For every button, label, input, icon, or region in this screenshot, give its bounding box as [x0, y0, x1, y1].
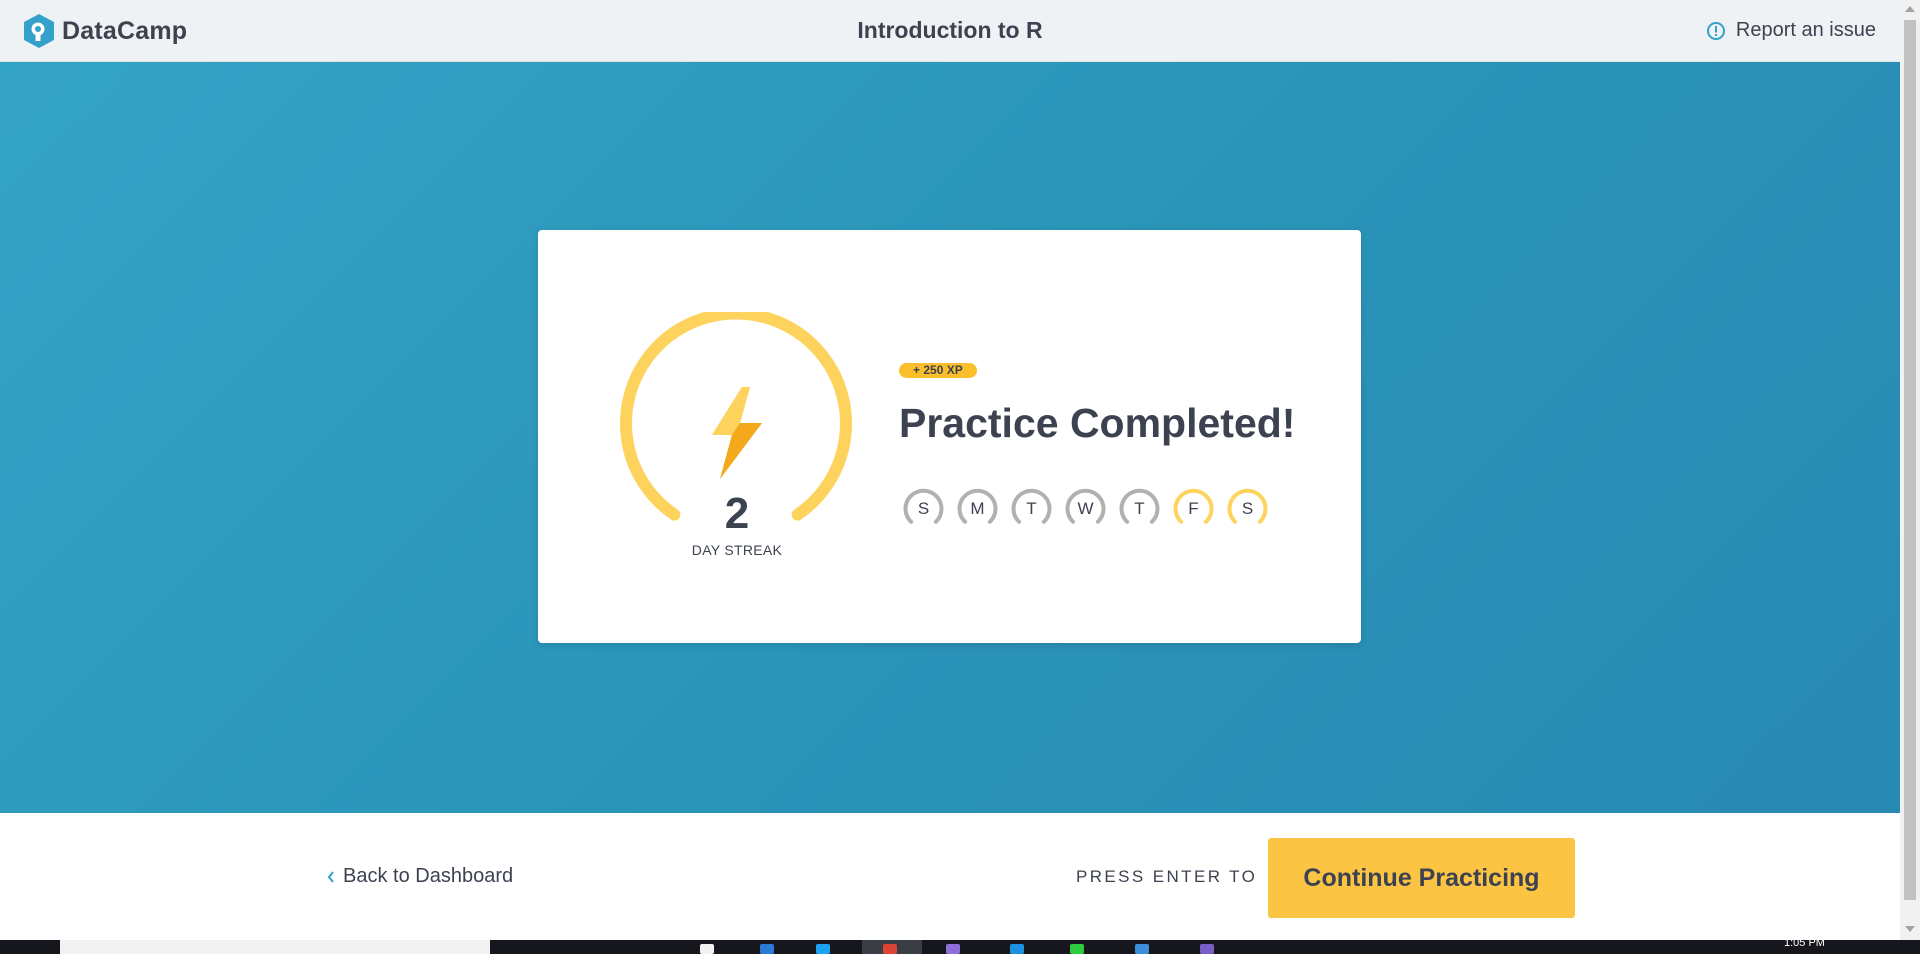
- scroll-down-arrow-icon[interactable]: [1905, 926, 1915, 932]
- streak-count: 2: [724, 489, 750, 538]
- day-saturday: S: [1225, 486, 1270, 531]
- taskbar-app-icon[interactable]: [1070, 944, 1084, 954]
- day-wednesday: W: [1063, 486, 1108, 531]
- lightning-bolt-icon: [712, 387, 762, 479]
- day-letter: W: [1077, 499, 1094, 518]
- day-letter: S: [917, 499, 930, 518]
- taskbar-clock: 1:05 PM: [1784, 940, 1825, 949]
- continue-practicing-button[interactable]: Continue Practicing: [1268, 838, 1575, 918]
- taskbar-app-icon[interactable]: [1200, 944, 1214, 954]
- back-to-dashboard-link[interactable]: Back to Dashboard: [326, 865, 513, 888]
- report-issue-label: Report an issue: [1735, 19, 1876, 41]
- completion-card: 2 DAY STREAK + 250 XP Practice Completed…: [538, 230, 1361, 643]
- top-header: DataCamp Introduction to R Report an iss…: [0, 0, 1900, 62]
- report-issue-button[interactable]: Report an issue: [1706, 19, 1876, 42]
- page-scrollbar[interactable]: [1900, 0, 1920, 940]
- day-thursday: T: [1117, 486, 1162, 531]
- taskbar-app-icon[interactable]: [1010, 944, 1024, 954]
- taskbar-app-icon[interactable]: [816, 944, 830, 954]
- taskbar-app-icon[interactable]: [760, 944, 774, 954]
- xp-badge: + 250 XP: [899, 363, 977, 378]
- week-streak-days: S M T W T F S: [901, 486, 1279, 531]
- course-title: Introduction to R: [857, 17, 1043, 43]
- completion-headline: Practice Completed!: [899, 400, 1296, 446]
- footer-bar: Back to Dashboard PRESS ENTER TO Continu…: [0, 813, 1900, 940]
- scroll-up-arrow-icon[interactable]: [1905, 6, 1915, 12]
- taskbar-app-icon[interactable]: [946, 944, 960, 954]
- taskbar-app-icon[interactable]: [700, 944, 714, 954]
- taskbar-search-box[interactable]: [60, 940, 490, 954]
- taskbar-app-icon[interactable]: [1135, 944, 1149, 954]
- os-taskbar: 1:05 PM: [0, 940, 1920, 954]
- taskbar-app-icon[interactable]: [883, 944, 897, 954]
- alert-circle-icon: [1706, 21, 1725, 40]
- chevron-left-icon: [327, 870, 334, 883]
- scroll-thumb[interactable]: [1904, 20, 1916, 900]
- day-letter: T: [1134, 499, 1145, 518]
- day-monday: M: [955, 486, 1000, 531]
- day-tuesday: T: [1009, 486, 1054, 531]
- day-sunday: S: [901, 486, 946, 531]
- day-letter: M: [970, 499, 985, 518]
- day-letter: T: [1026, 499, 1037, 518]
- day-letter: S: [1241, 499, 1254, 518]
- back-to-dashboard-label: Back to Dashboard: [343, 865, 514, 887]
- day-friday: F: [1171, 486, 1216, 531]
- streak-label: DAY STREAK: [691, 542, 783, 558]
- completion-background: 2 DAY STREAK + 250 XP Practice Completed…: [0, 62, 1900, 813]
- day-letter: F: [1188, 499, 1199, 518]
- press-enter-hint: PRESS ENTER TO: [1076, 867, 1258, 886]
